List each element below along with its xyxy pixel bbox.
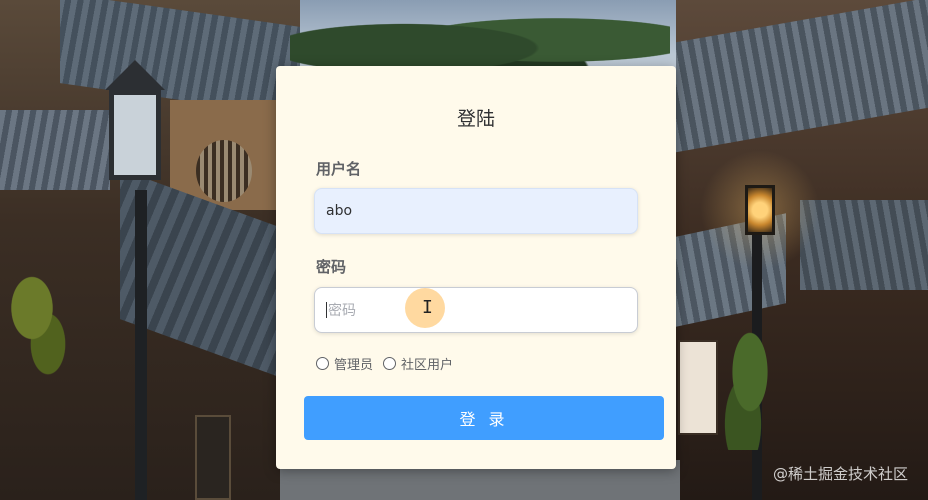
poster: [678, 340, 718, 435]
text-cursor-icon: I: [422, 297, 433, 318]
username-label: 用户名: [316, 160, 362, 178]
radio-community-user-label: 社区用户: [401, 358, 454, 373]
right-plants: [715, 320, 785, 450]
text-caret: [326, 302, 327, 318]
shop-sign: [195, 415, 231, 500]
lamp-pole-left: [135, 190, 147, 500]
left-roof-lower: [0, 110, 110, 190]
role-radio-group: 管理员 社区用户: [316, 354, 453, 373]
radio-community-user[interactable]: 社区用户: [383, 354, 453, 373]
street-lamp-right: [745, 185, 775, 235]
radio-admin-label: 管理员: [334, 358, 374, 373]
street-lantern-left: [95, 40, 175, 190]
username-input[interactable]: abo: [314, 188, 638, 234]
login-title: 登陆: [456, 108, 495, 130]
radio-admin[interactable]: 管理员: [316, 354, 373, 373]
password-placeholder: 密码: [328, 303, 356, 319]
radio-circle-icon[interactable]: [383, 357, 397, 370]
login-card: 登陆 用户名 abo 密码 密码 I 管理员 社区用户 登 录: [276, 66, 676, 469]
left-plants: [0, 260, 80, 380]
login-button[interactable]: 登 录: [304, 396, 664, 440]
password-input[interactable]: 密码: [314, 287, 638, 333]
watermark: @稀土掘金技术社区: [772, 465, 908, 483]
round-window: [196, 140, 252, 202]
password-label: 密码: [316, 258, 347, 276]
radio-circle-icon[interactable]: [316, 357, 329, 370]
username-value: abo: [326, 203, 353, 219]
